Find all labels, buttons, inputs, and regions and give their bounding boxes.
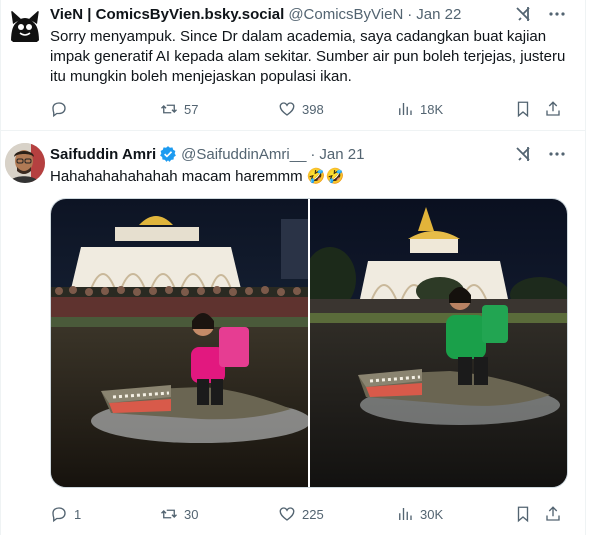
media-photo[interactable] (51, 199, 308, 487)
bookmark-button[interactable] (514, 505, 544, 523)
tweet-vien[interactable]: VieN | ComicsByVien.bsky.social @ComicsB… (0, 0, 585, 131)
tweet-actions: 1 30 225 30K (50, 504, 570, 524)
tweet-text: Hahahahahahahah macam haremmm 🤣🤣 (50, 168, 345, 185)
share-button[interactable] (544, 100, 570, 118)
reply-icon (52, 507, 66, 523)
views-icon (399, 508, 412, 520)
tweet-header: VieN | ComicsByVien.bsky.social @ComicsB… (50, 4, 461, 24)
repost-count: 57 (184, 101, 199, 117)
grok-icon[interactable] (513, 4, 533, 24)
display-name[interactable]: VieN | ComicsByVien.bsky.social (50, 6, 284, 23)
share-icon (546, 506, 560, 521)
cat-avatar-icon (5, 6, 45, 46)
repost-count: 30 (184, 506, 199, 522)
tweet-text: Sorry menyampuk. Since Dr dalam academia… (50, 28, 566, 85)
separator-dot: · (407, 5, 413, 23)
like-count: 398 (302, 101, 324, 117)
media-grid[interactable] (50, 198, 568, 488)
timeline-right-border (585, 0, 586, 535)
crocodile-grab-image (310, 199, 567, 487)
media-photo[interactable] (310, 199, 567, 487)
repost-icon (161, 509, 177, 519)
profile-photo-icon (5, 143, 45, 183)
tweet-actions: 57 398 18K (50, 99, 570, 119)
display-name[interactable]: Saifuddin Amri (50, 146, 156, 163)
repost-icon (161, 104, 177, 114)
reply-button[interactable] (50, 100, 160, 118)
more-icon[interactable] (547, 4, 567, 24)
verified-badge-icon[interactable] (159, 145, 177, 163)
avatar[interactable] (5, 6, 45, 46)
repost-button[interactable]: 30 (160, 505, 278, 523)
avatar[interactable] (5, 143, 45, 183)
tweet-saifuddin[interactable]: Saifuddin Amri @SaifuddinAmri__ · Jan 21… (0, 131, 585, 535)
tweet-header: Saifuddin Amri @SaifuddinAmri__ · Jan 21 (50, 144, 364, 164)
repost-button[interactable]: 57 (160, 100, 278, 118)
more-icon[interactable] (547, 144, 567, 164)
grok-icon[interactable] (513, 144, 533, 164)
like-count: 225 (302, 506, 324, 522)
like-icon (279, 507, 295, 521)
crocodile-foodpanda-image (51, 199, 308, 487)
views-count: 18K (420, 101, 444, 117)
handle[interactable]: @ComicsByVieN (288, 6, 403, 23)
share-icon (546, 101, 560, 116)
views-button[interactable]: 18K (396, 100, 514, 118)
reply-count: 1 (74, 506, 82, 522)
views-icon (399, 103, 412, 115)
tweet-date[interactable]: Jan 22 (416, 6, 461, 23)
bookmark-icon (517, 506, 529, 523)
share-button[interactable] (544, 505, 570, 523)
reply-button[interactable]: 1 (50, 505, 160, 523)
like-button[interactable]: 398 (278, 100, 396, 118)
tweet-top-actions (513, 144, 567, 164)
separator-dot: · (310, 145, 316, 163)
tweet-date[interactable]: Jan 21 (319, 146, 364, 163)
views-count: 30K (420, 506, 444, 522)
bookmark-icon (517, 101, 529, 118)
reply-icon (52, 102, 66, 118)
views-button[interactable]: 30K (396, 505, 514, 523)
handle[interactable]: @SaifuddinAmri__ (181, 146, 306, 163)
like-icon (279, 102, 295, 116)
tweet-top-actions (513, 4, 567, 24)
bookmark-button[interactable] (514, 100, 544, 118)
like-button[interactable]: 225 (278, 505, 396, 523)
